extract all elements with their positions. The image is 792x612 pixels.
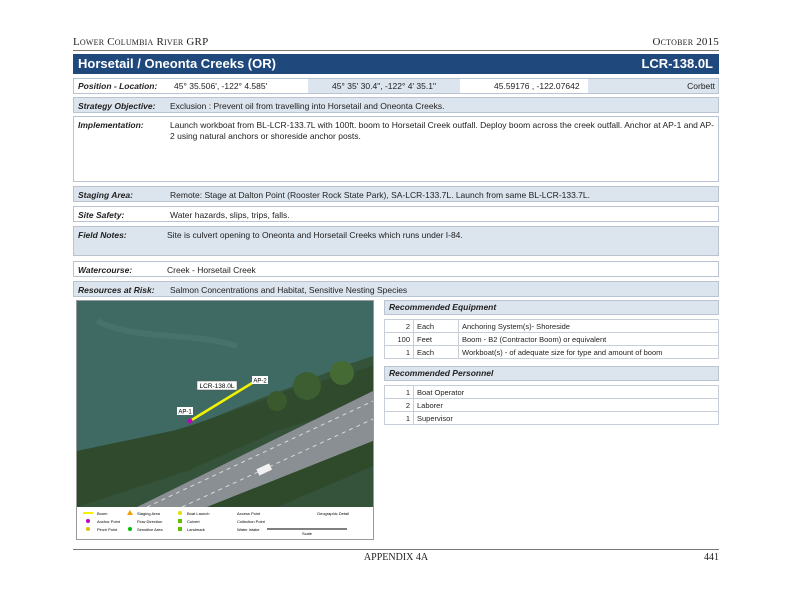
implementation-label: Implementation: bbox=[78, 120, 144, 130]
field-notes-row: Field Notes: Site is culvert opening to … bbox=[73, 226, 719, 256]
personnel-role: Laborer bbox=[413, 398, 719, 412]
legend-collection: Collection Point bbox=[237, 519, 266, 524]
personnel-qty: 1 bbox=[384, 385, 414, 399]
equipment-unit: Each bbox=[413, 345, 459, 359]
personnel-row: 1 Supervisor bbox=[384, 411, 719, 425]
equipment-qty: 100 bbox=[384, 332, 414, 346]
staging-label: Staging Area: bbox=[78, 190, 133, 200]
watercourse-value: Creek - Horsetail Creek bbox=[167, 265, 256, 275]
personnel-qty: 1 bbox=[384, 411, 414, 425]
personnel-role: Supervisor bbox=[413, 411, 719, 425]
legend-scale: Scale bbox=[302, 531, 313, 536]
position-dms: 45° 35' 30.4", -122° 4' 35.1" bbox=[308, 79, 460, 93]
equipment-header: Recommended Equipment bbox=[384, 300, 719, 315]
legend-boom: Boom bbox=[97, 511, 108, 516]
legend-geo: Geographic Detail bbox=[317, 511, 349, 516]
watercourse-label: Watercourse: bbox=[78, 265, 133, 275]
resources-row: Resources at Risk: Salmon Concentrations… bbox=[73, 281, 719, 297]
personnel-header: Recommended Personnel bbox=[384, 366, 719, 381]
legend-culvert: Culvert bbox=[187, 519, 201, 524]
equipment-unit: Each bbox=[413, 319, 459, 333]
implementation-row: Implementation: Launch workboat from BL-… bbox=[73, 116, 719, 182]
legend-pinch: Pinch Point bbox=[97, 527, 118, 532]
position-dm: 45° 35.506', -122° 4.585' bbox=[174, 81, 268, 91]
ap2-label: AP-2 bbox=[253, 379, 267, 385]
personnel-qty: 2 bbox=[384, 398, 414, 412]
implementation-value: Launch workboat from BL-LCR-133.7L with … bbox=[170, 120, 714, 141]
staging-row: Staging Area: Remote: Stage at Dalton Po… bbox=[73, 186, 719, 202]
equipment-item: Workboat(s) - of adequate size for type … bbox=[458, 345, 719, 359]
safety-label: Site Safety: bbox=[78, 210, 125, 220]
equipment-qty: 2 bbox=[384, 319, 414, 333]
strategy-label: Strategy Objective: bbox=[78, 101, 156, 111]
site-map: LCR-138.0L AP-1 AP-2 Boom Anchor Point P… bbox=[76, 300, 374, 540]
position-dd: 45.59176 , -122.07642 bbox=[494, 81, 580, 91]
personnel-table: 1 Boat Operator 2 Laborer 1 Supervisor bbox=[384, 385, 719, 425]
legend-staging: Staging Area bbox=[137, 511, 161, 516]
header-rule bbox=[73, 50, 719, 51]
site-code: LCR-138.0L bbox=[641, 56, 713, 71]
footer-page-number: 441 bbox=[704, 552, 719, 563]
equipment-item: Boom - B2 (Contractor Boom) or equivalen… bbox=[458, 332, 719, 346]
legend-launch: Boat Launch bbox=[187, 511, 209, 516]
personnel-row: 1 Boat Operator bbox=[384, 385, 719, 399]
equipment-qty: 1 bbox=[384, 345, 414, 359]
staging-value: Remote: Stage at Dalton Point (Rooster R… bbox=[170, 190, 591, 200]
position-row: Position - Location: 45° 35.506', -122° … bbox=[73, 78, 719, 94]
safety-row: Site Safety: Water hazards, slips, trips… bbox=[73, 206, 719, 222]
equipment-item: Anchoring System(s)- Shoreside bbox=[458, 319, 719, 333]
legend-access: Access Point bbox=[237, 511, 261, 516]
personnel-row: 2 Laborer bbox=[384, 398, 719, 412]
document-header-date: October 2015 bbox=[652, 36, 719, 48]
legend-intake: Water Intake bbox=[237, 527, 260, 532]
safety-value: Water hazards, slips, trips, falls. bbox=[170, 210, 290, 220]
watercourse-row: Watercourse: Creek - Horsetail Creek bbox=[73, 261, 719, 277]
personnel-role: Boat Operator bbox=[413, 385, 719, 399]
ap1-label: AP-1 bbox=[178, 410, 192, 416]
document-header-left: Lower Columbia River GRP bbox=[73, 36, 209, 48]
strategy-row: Strategy Objective: Exclusion : Prevent … bbox=[73, 97, 719, 113]
equipment-unit: Feet bbox=[413, 332, 459, 346]
field-notes-label: Field Notes: bbox=[78, 230, 127, 240]
legend-anchor: Anchor Point bbox=[97, 519, 121, 524]
legend-landmark: Landmark bbox=[187, 527, 205, 532]
legend-sensitive: Sensitive Area bbox=[137, 527, 163, 532]
legend-flow: Flow Direction bbox=[137, 519, 162, 524]
site-name: Horsetail / Oneonta Creeks (OR) bbox=[78, 56, 276, 71]
strategy-value: Exclusion : Prevent oil from travelling … bbox=[170, 101, 445, 111]
equipment-row: 2 Each Anchoring System(s)- Shoreside bbox=[384, 319, 719, 333]
map-legend: Boom Anchor Point Pinch Point Staging Ar… bbox=[77, 507, 373, 539]
position-label: Position - Location: bbox=[78, 81, 158, 91]
aerial-photo: LCR-138.0L AP-1 AP-2 bbox=[77, 301, 373, 507]
footer-appendix: APPENDIX 4A bbox=[363, 552, 429, 563]
equipment-row: 1 Each Workboat(s) - of adequate size for … bbox=[384, 345, 719, 359]
anchor-point-1 bbox=[187, 418, 193, 424]
strategy-map-label: LCR-138.0L bbox=[199, 383, 234, 390]
position-place: Corbett bbox=[588, 79, 718, 93]
site-title-bar: Horsetail / Oneonta Creeks (OR) LCR-138.… bbox=[73, 54, 719, 74]
field-notes-value: Site is culvert opening to Oneonta and H… bbox=[167, 230, 463, 240]
resources-value: Salmon Concentrations and Habitat, Sensi… bbox=[170, 285, 408, 295]
equipment-table: 2 Each Anchoring System(s)- Shoreside 100 Fe… bbox=[384, 319, 719, 359]
footer-rule bbox=[73, 549, 719, 550]
equipment-row: 100 Feet Boom - B2 (Contractor Boom) or eq… bbox=[384, 332, 719, 346]
resources-label: Resources at Risk: bbox=[78, 285, 155, 295]
